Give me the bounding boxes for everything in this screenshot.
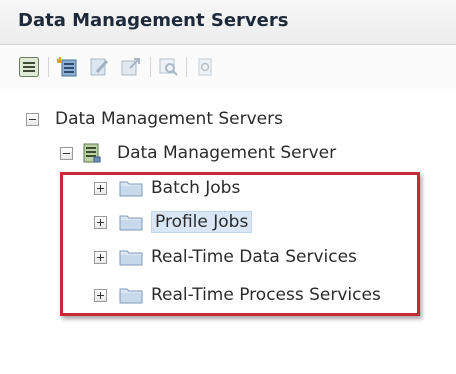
search-button[interactable] [158,56,180,78]
data-management-servers-panel: Data Management Servers Data Management … [0,0,456,374]
toolbar-separator [48,57,49,77]
refresh-button[interactable] [194,56,216,78]
panel-header: Data Management Servers [0,0,456,45]
panel-title: Data Management Servers [18,10,289,31]
edit-icon [90,58,109,76]
export-button[interactable] [120,56,142,78]
refresh-icon [198,58,212,76]
edit-button[interactable] [88,56,110,78]
tree-node-root-label[interactable]: Data Management Servers [55,109,283,129]
toolbar [0,45,456,89]
tree-node-server-label[interactable]: Data Management Server [117,143,336,163]
collapse-icon[interactable] [26,112,39,126]
properties-button[interactable] [18,56,40,78]
search-icon [159,58,178,76]
tree-node-root[interactable]: Data Management Servers [26,104,283,134]
tree-node-server[interactable]: Data Management Server [60,138,336,168]
server-icon [83,143,101,163]
new-server-button[interactable] [56,56,78,78]
properties-icon [19,57,39,77]
collapse-icon[interactable] [60,146,73,160]
highlight-annotation-box [60,172,420,316]
toolbar-separator [150,57,151,77]
export-icon [121,58,140,76]
toolbar-separator [186,57,187,77]
new-server-icon [56,57,77,77]
